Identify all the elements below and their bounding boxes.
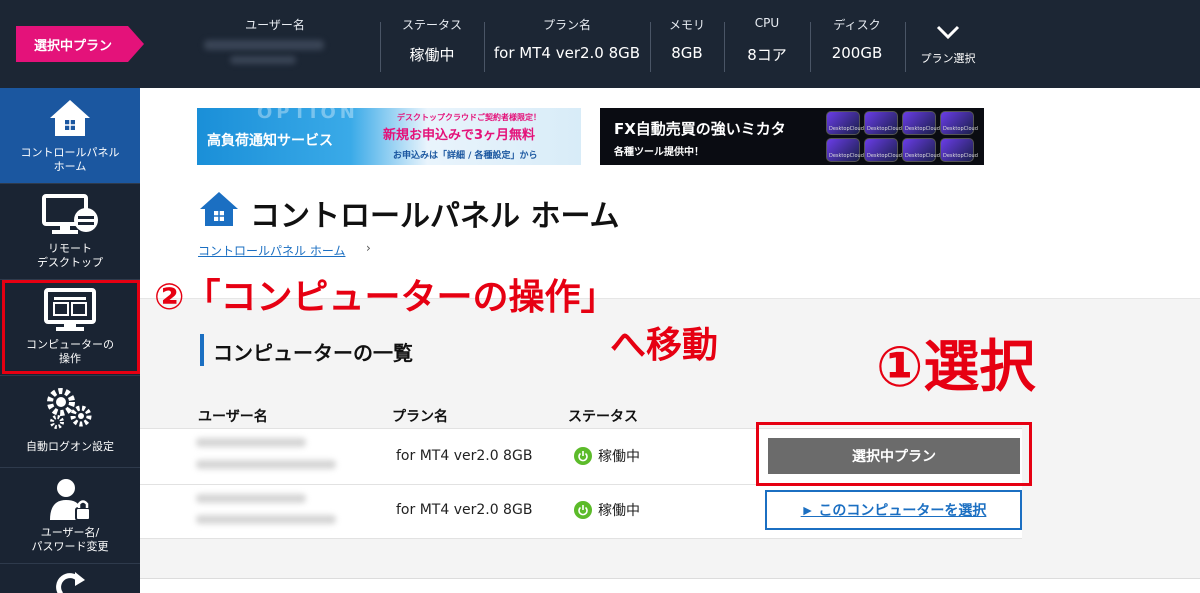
header-plan-col: プラン名 for MT4 ver2.0 8GB xyxy=(486,0,648,88)
annotation-step1: ①選択 xyxy=(876,335,1036,400)
header-divider xyxy=(650,22,651,72)
header-status-col: ステータス 稼働中 xyxy=(382,0,482,88)
section-accent-bar xyxy=(200,334,204,366)
header-plan-value: for MT4 ver2.0 8GB xyxy=(493,44,641,62)
app-tile-icon: DesktopCloud xyxy=(864,111,902,135)
home-icon xyxy=(198,190,240,232)
sidebar-item-user-password[interactable]: ユーザー名/ パスワード変更 xyxy=(0,468,140,564)
username-blurred xyxy=(196,494,306,503)
sidebar-item-label: コントロールパネル xyxy=(20,146,120,159)
sidebar-item-label: リモート xyxy=(48,242,92,255)
app-tile-icon: DesktopCloud xyxy=(864,138,902,162)
user-lock-icon xyxy=(0,476,140,522)
header-memory-label: メモリ xyxy=(668,18,705,32)
username-blurred-2 xyxy=(196,515,336,524)
power-icon xyxy=(574,501,592,519)
annotation-step2-move: へ移動 xyxy=(610,325,719,366)
username-blurred xyxy=(204,40,324,50)
app-tile-icon: DesktopCloud xyxy=(902,111,940,135)
home-icon xyxy=(0,98,140,138)
sidebar-item-label: 自動ログオン設定 xyxy=(26,440,114,453)
banner-promo-text: 新規お申込みで3ヶ月無料 xyxy=(383,128,536,143)
header-divider xyxy=(380,22,381,72)
chevron-down-icon xyxy=(936,25,960,40)
status-text: 稼働中 xyxy=(598,503,640,519)
sidebar-item-refresh[interactable] xyxy=(0,564,140,593)
banner-title: 高負荷通知サービス xyxy=(207,133,333,149)
app-tile-icon: DesktopCloud xyxy=(826,111,864,135)
breadcrumb-home-link[interactable]: コントロールパネル ホーム xyxy=(198,242,345,259)
banner-option-text: OPTION xyxy=(257,108,359,123)
username-blurred-2 xyxy=(230,56,296,64)
sidebar-item-home[interactable]: コントロールパネル ホーム xyxy=(0,88,140,184)
banner-sub-text: お申込みは「詳細 / 各種設定」から xyxy=(393,151,538,161)
table-cell-plan: for MT4 ver2.0 8GB xyxy=(396,502,533,518)
table-cell-status: 稼働中 xyxy=(574,446,640,466)
power-icon xyxy=(574,447,592,465)
sidebar-item-label: デスクトップ xyxy=(37,256,103,269)
page-title: コントロールパネル ホーム xyxy=(250,199,620,234)
table-divider xyxy=(140,538,1022,539)
app-tile-icon: DesktopCloud xyxy=(902,138,940,162)
top-header: 選択中プラン ユーザー名 ステータス 稼働中 プラン名 for MT4 ver2… xyxy=(0,0,1200,88)
fx-auto-trading-banner[interactable]: FX自動売買の強いミカタ 各種ツール提供中！ DesktopCloud Desk… xyxy=(600,108,984,165)
app-tile-icon: DesktopCloud xyxy=(940,138,978,162)
app-tile-icon: DesktopCloud xyxy=(940,111,978,135)
header-memory-col: メモリ 8GB xyxy=(652,0,722,88)
sidebar-item-label: ユーザー名/ xyxy=(40,526,100,539)
banner-sub-text: 各種ツール提供中！ xyxy=(614,147,704,158)
username-blurred xyxy=(196,438,306,447)
header-divider xyxy=(724,22,725,72)
sidebar-item-label: パスワード変更 xyxy=(31,540,109,553)
plan-select-button[interactable]: プラン選択 xyxy=(908,0,988,88)
header-divider xyxy=(905,22,906,72)
gears-icon xyxy=(0,384,140,430)
high-load-notification-banner[interactable]: OPTION 高負荷通知サービス デスクトップクラウドご契約者様限定！ 新規お申… xyxy=(197,108,581,165)
header-cpu-col: CPU 8コア xyxy=(726,0,808,88)
annotation-step2: ②「コンピューターの操作」 xyxy=(154,277,617,318)
column-header-status: ステータス xyxy=(568,409,638,425)
refresh-icon xyxy=(0,570,140,593)
sidebar-item-auto-logon[interactable]: 自動ログオン設定 xyxy=(0,376,140,468)
banner-title: FX自動売買の強いミカタ xyxy=(614,120,786,138)
annotation-highlight-sidebar xyxy=(2,280,140,374)
annotation-highlight-button xyxy=(756,422,1032,486)
header-disk-value: 200GB xyxy=(831,44,883,62)
header-memory-value: 8GB xyxy=(671,44,703,62)
section-title: コンピューターの一覧 xyxy=(213,341,413,365)
app-tile-icon: DesktopCloud xyxy=(826,138,864,162)
column-header-plan: プラン名 xyxy=(392,409,448,425)
section-divider xyxy=(140,578,1200,579)
header-status-label: ステータス xyxy=(401,18,462,32)
banner-small-text: デスクトップクラウドご契約者様限定！ xyxy=(397,113,541,122)
breadcrumb-separator: › xyxy=(366,241,371,255)
remote-desktop-icon xyxy=(0,192,140,236)
header-plan-label: プラン名 xyxy=(542,18,591,32)
header-cpu-value: 8コア xyxy=(747,46,787,64)
header-username-label: ユーザー名 xyxy=(245,18,305,32)
header-disk-label: ディスク xyxy=(833,18,881,32)
sidebar-item-label: ホーム xyxy=(53,160,87,173)
username-blurred-2 xyxy=(196,460,336,469)
header-divider xyxy=(484,22,485,72)
select-this-computer-button[interactable]: ► このコンピューターを選択 xyxy=(765,490,1022,530)
header-username-col: ユーザー名 xyxy=(200,0,350,88)
table-cell-status: 稼働中 xyxy=(574,500,640,520)
header-status-value: 稼働中 xyxy=(409,46,455,64)
column-header-username: ユーザー名 xyxy=(198,409,268,425)
table-cell-plan: for MT4 ver2.0 8GB xyxy=(396,448,533,464)
plan-select-label: プラン選択 xyxy=(920,52,976,65)
header-disk-col: ディスク 200GB xyxy=(812,0,902,88)
status-text: 稼働中 xyxy=(598,449,640,465)
header-cpu-label: CPU xyxy=(754,16,780,30)
sidebar-item-remote-desktop[interactable]: リモート デスクトップ xyxy=(0,184,140,280)
header-divider xyxy=(810,22,811,72)
selected-plan-tag: 選択中プラン xyxy=(16,26,144,62)
